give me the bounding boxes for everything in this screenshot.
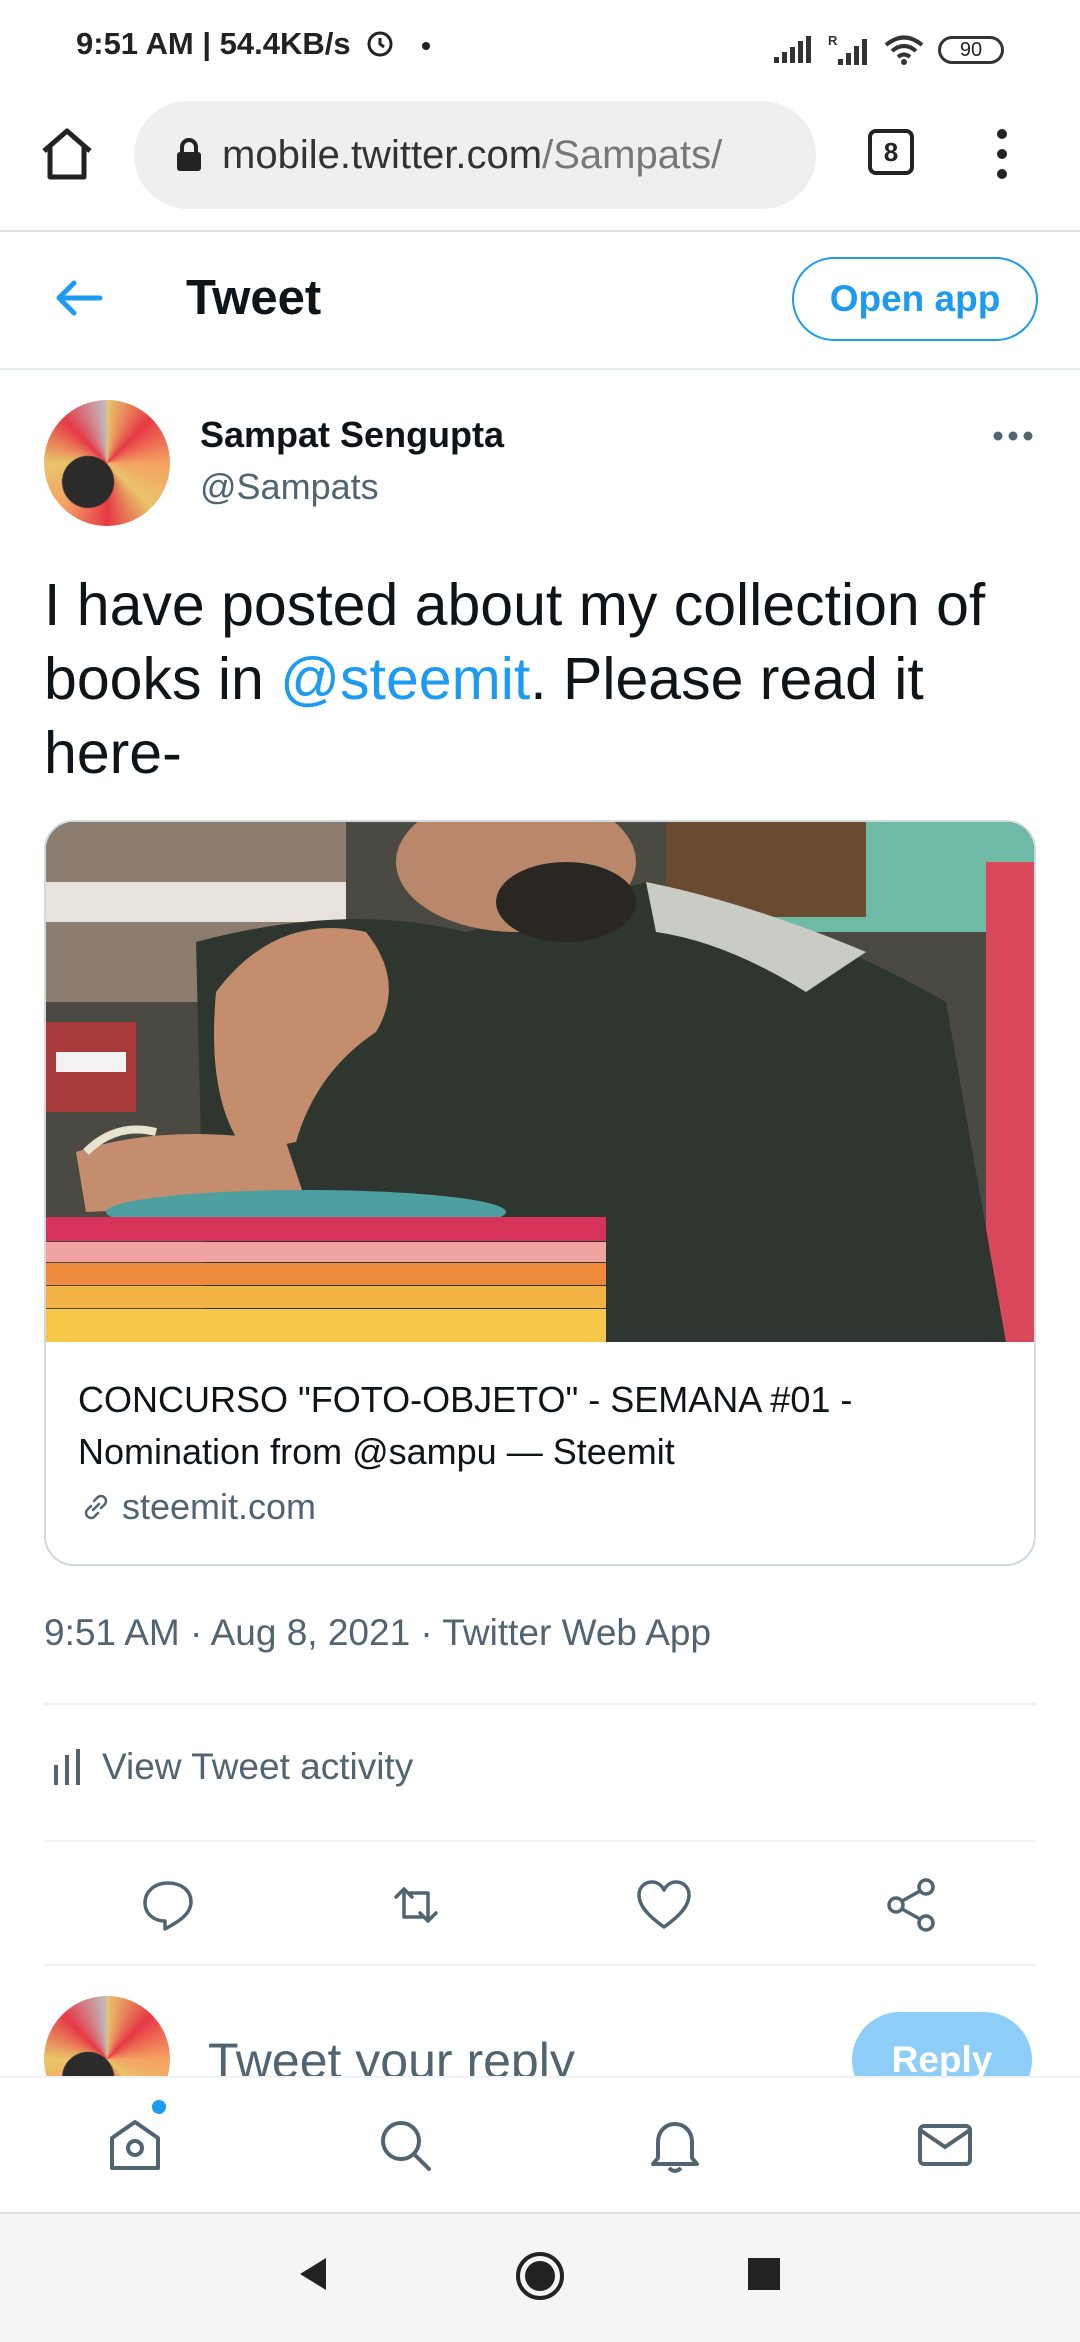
signal-icon bbox=[774, 36, 811, 63]
signal-roaming-icon: R bbox=[828, 33, 867, 65]
more-vert-icon[interactable] bbox=[990, 126, 1014, 182]
back-arrow-icon[interactable] bbox=[54, 278, 104, 318]
tweet-timestamp[interactable]: 9:51 AM · Aug 8, 2021 · Twitter Web App bbox=[44, 1612, 711, 1654]
status-time: 9:51 AM | 54.4KB/s bbox=[76, 26, 436, 62]
search-icon[interactable] bbox=[374, 2114, 436, 2176]
tabs-icon[interactable]: 8 bbox=[868, 129, 914, 175]
card-title: CONCURSO "FOTO-OBJETO" - SEMANA #01 - No… bbox=[78, 1379, 853, 1472]
view-activity-link[interactable]: View Tweet activity bbox=[50, 1746, 413, 1788]
card-domain: steemit.com bbox=[122, 1486, 317, 1527]
battery-icon: 90 bbox=[938, 36, 1004, 64]
svg-text:R: R bbox=[828, 33, 838, 48]
url-path: /Sampats/ bbox=[542, 132, 723, 177]
open-app-button[interactable]: Open app bbox=[792, 257, 1038, 341]
back-icon[interactable] bbox=[296, 2254, 332, 2294]
author-handle[interactable]: @Sampats bbox=[200, 466, 379, 508]
new-content-dot bbox=[152, 2100, 166, 2114]
mail-icon[interactable] bbox=[914, 2114, 976, 2176]
battery-level: 90 bbox=[959, 38, 983, 61]
like-icon[interactable] bbox=[634, 1875, 694, 1935]
recents-icon[interactable] bbox=[746, 2256, 782, 2292]
link-card[interactable]: CONCURSO "FOTO-OBJETO" - SEMANA #01 - No… bbox=[44, 820, 1036, 1566]
card-domain-row: steemit.com bbox=[78, 1486, 316, 1528]
tweet-text: I have posted about my collection of boo… bbox=[44, 568, 1044, 790]
wifi-icon bbox=[884, 35, 924, 65]
divider bbox=[44, 1964, 1036, 1966]
net-speed-text: 54.4KB/s bbox=[219, 26, 351, 61]
home-icon[interactable] bbox=[38, 125, 96, 183]
alarm-icon bbox=[367, 31, 393, 57]
author-name[interactable]: Sampat Sengupta bbox=[200, 414, 504, 456]
url-text: mobile.twitter.com/Sampats/ bbox=[222, 133, 792, 178]
link-icon bbox=[84, 1494, 108, 1520]
divider bbox=[44, 1840, 1036, 1842]
view-activity-label: View Tweet activity bbox=[102, 1746, 414, 1787]
more-options-icon[interactable] bbox=[992, 430, 1034, 442]
url-host: mobile.twitter.com bbox=[222, 132, 543, 177]
tabs-count-label: 8 bbox=[883, 136, 899, 167]
analytics-icon bbox=[54, 1749, 80, 1785]
reply-icon[interactable] bbox=[138, 1875, 198, 1935]
share-icon[interactable] bbox=[882, 1875, 942, 1935]
notification-dot-icon bbox=[421, 42, 430, 50]
home-button-icon[interactable] bbox=[514, 2250, 566, 2302]
page-title: Tweet bbox=[186, 271, 322, 325]
address-bar[interactable]: mobile.twitter.com/Sampats/ bbox=[134, 101, 816, 209]
clock-text: 9:51 AM bbox=[76, 26, 194, 61]
card-image bbox=[46, 822, 1034, 1342]
divider bbox=[44, 1703, 1036, 1705]
status-icons: R 90 bbox=[772, 30, 1004, 70]
status-separator: | bbox=[202, 26, 220, 61]
lock-icon bbox=[177, 138, 201, 171]
card-photo bbox=[46, 822, 1034, 1342]
mention-link[interactable]: @steemit bbox=[280, 646, 530, 712]
retweet-icon[interactable] bbox=[386, 1875, 446, 1935]
bell-icon[interactable] bbox=[644, 2114, 706, 2176]
home-icon[interactable] bbox=[104, 2114, 166, 2176]
author-avatar[interactable] bbox=[44, 400, 170, 526]
